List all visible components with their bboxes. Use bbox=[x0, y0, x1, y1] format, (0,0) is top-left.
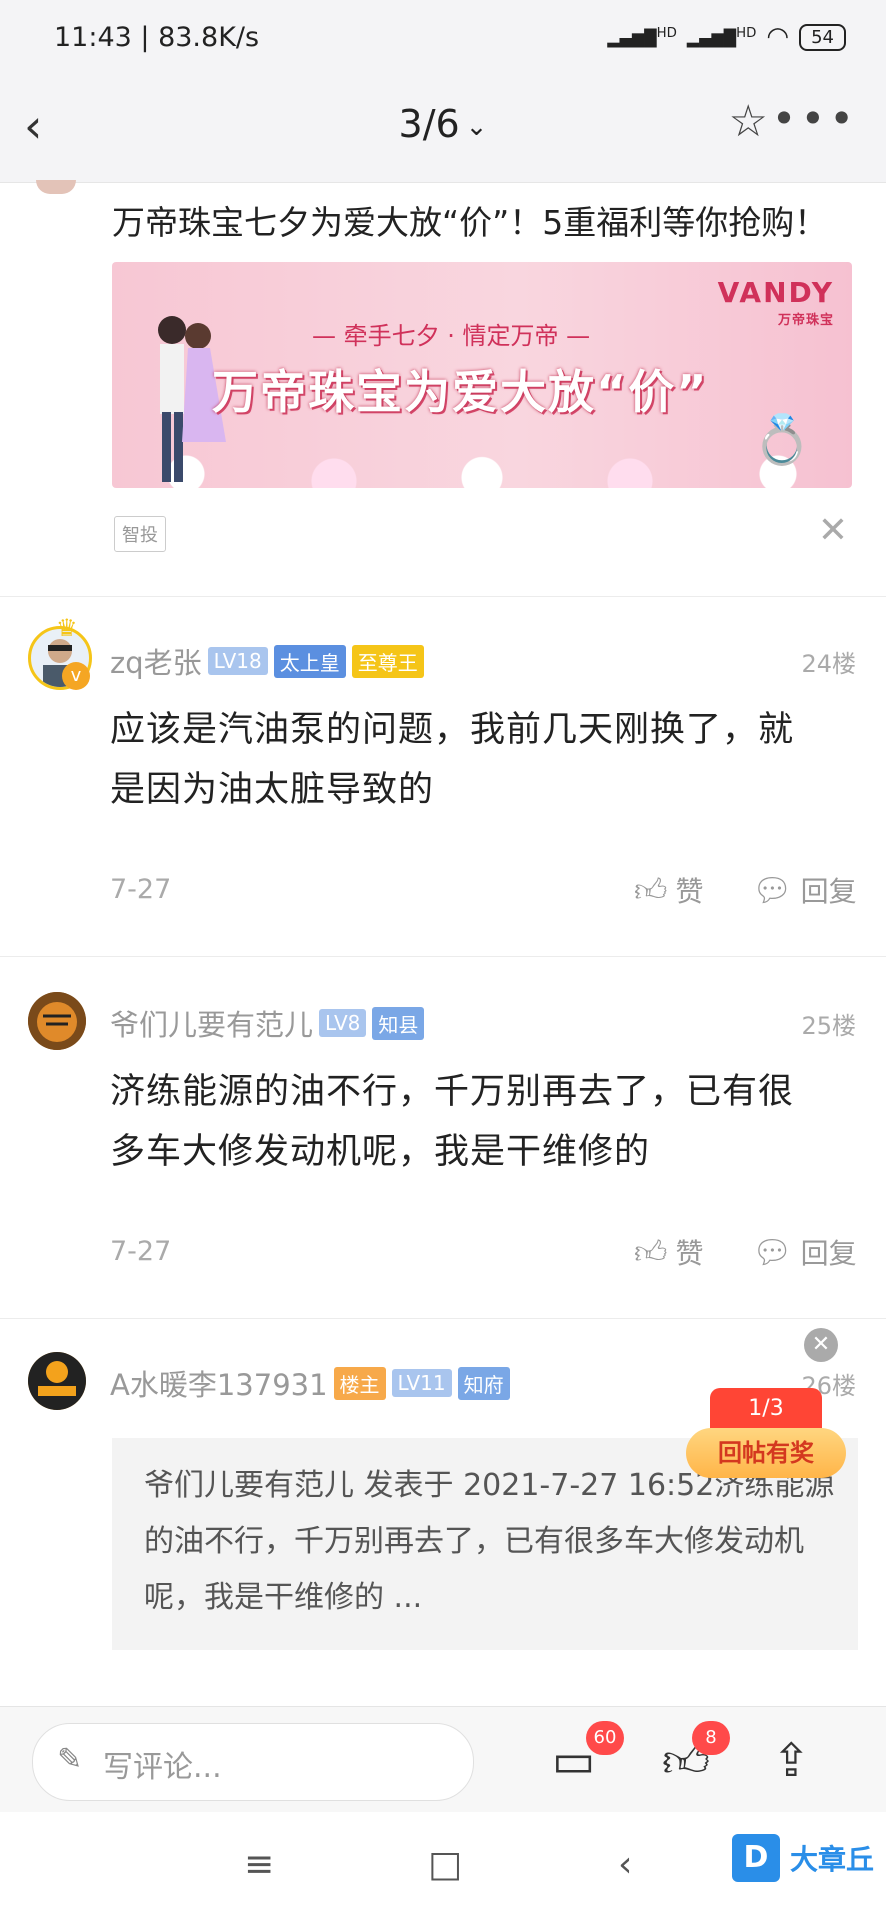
back-nav-icon[interactable]: ‹ bbox=[618, 1844, 632, 1885]
status-time: 11:43 | 83.8K/s bbox=[54, 22, 260, 53]
page-indicator-label: 3/6 bbox=[398, 102, 460, 146]
share-icon[interactable]: ⇪ bbox=[772, 1733, 811, 1787]
ring-icon: 💍 bbox=[752, 412, 812, 468]
level-badge: LV11 bbox=[391, 1369, 452, 1397]
reward-page-indicator: 1/3 bbox=[710, 1388, 822, 1430]
watermark: D 大章丘 bbox=[731, 1834, 874, 1882]
divider bbox=[0, 596, 886, 597]
reply-button[interactable]: 💬︎ 回复 bbox=[752, 1232, 857, 1272]
post-author[interactable]: A水暖李137931 楼主 LV11 知府 bbox=[110, 1362, 510, 1404]
wifi-icon: ◠ bbox=[766, 22, 790, 52]
ad-avatar-fragment bbox=[36, 180, 76, 194]
avatar[interactable] bbox=[28, 1352, 86, 1410]
reply-label: 回复 bbox=[800, 875, 857, 908]
level-badge: LV18 bbox=[207, 647, 268, 675]
status-icons: ▂▄▆█HD ▂▄▆█HD ◠ 54 bbox=[607, 22, 846, 52]
chevron-down-icon: ⌄ bbox=[465, 111, 488, 142]
favorite-star-icon[interactable]: ☆ bbox=[729, 96, 768, 147]
ad-title[interactable]: 万帝珠宝七夕为爱大放“价”！5重福利等你抢购！ bbox=[112, 196, 827, 244]
signal-icon: ▂▄▆█HD bbox=[607, 26, 677, 48]
floor-number: 25楼 bbox=[801, 1012, 856, 1040]
op-badge: 楼主 bbox=[333, 1366, 386, 1400]
level-badge: LV8 bbox=[319, 1009, 367, 1037]
divider bbox=[0, 956, 886, 957]
battery-icon: 54 bbox=[799, 23, 846, 51]
status-bar: 11:43 | 83.8K/s ▂▄▆█HD ▂▄▆█HD ◠ 54 bbox=[0, 0, 886, 70]
thumbs-up-icon: 👍︎ bbox=[634, 870, 668, 909]
divider bbox=[0, 1318, 886, 1319]
reply-icon: 💬︎ bbox=[752, 871, 793, 909]
banner-subtitle: — 牵手七夕 · 情定万帝 — bbox=[312, 322, 591, 350]
more-icon[interactable]: ••• bbox=[772, 94, 858, 143]
reply-label: 回复 bbox=[800, 1237, 857, 1270]
watermark-logo: D bbox=[731, 1834, 780, 1882]
like-button[interactable]: 👍︎ 赞 bbox=[634, 1232, 703, 1272]
username[interactable]: zq老张 bbox=[110, 640, 202, 682]
like-button[interactable]: 👍︎ 赞 bbox=[634, 870, 703, 910]
title-badge: 太上皇 bbox=[273, 644, 346, 678]
ad-banner[interactable]: VANDY 万帝珠宝 — 牵手七夕 · 情定万帝 — 万帝珠宝为爱大放“价” 💍 bbox=[112, 262, 852, 488]
avatar[interactable] bbox=[28, 992, 86, 1050]
floor-number: 24楼 bbox=[801, 650, 856, 678]
close-icon[interactable]: ✕ bbox=[804, 1328, 838, 1362]
quote-text: 爷们儿要有范儿 发表于 2021-7-27 16:52济练能源的油不行，千万别再… bbox=[144, 1468, 835, 1615]
brand-logo: VANDY 万帝珠宝 bbox=[717, 276, 834, 328]
verified-icon: v bbox=[62, 662, 90, 690]
crown-icon: ♛ bbox=[56, 614, 78, 642]
like-label: 赞 bbox=[675, 1237, 704, 1270]
bottom-bar: ✎ 写评论... ▭ 60 👍︎ 8 ⇪ bbox=[0, 1706, 886, 1813]
menu-icon[interactable]: ≡ bbox=[244, 1844, 274, 1885]
like-label: 赞 bbox=[675, 875, 704, 908]
comment-placeholder: 写评论... bbox=[103, 1750, 222, 1785]
username[interactable]: A水暖李137931 bbox=[110, 1362, 328, 1404]
username[interactable]: 爷们儿要有范儿 bbox=[110, 1002, 313, 1044]
signal-icon-2: ▂▄▆█HD bbox=[686, 26, 757, 48]
likes-count-badge: 8 bbox=[692, 1721, 730, 1755]
reply-icon: 💬︎ bbox=[752, 1233, 793, 1271]
title-badge: 知县 bbox=[372, 1006, 425, 1040]
watermark-text: 大章丘 bbox=[789, 1843, 874, 1876]
reply-button[interactable]: 💬︎ 回复 bbox=[752, 870, 857, 910]
reward-button[interactable]: 回帖有奖 bbox=[686, 1428, 846, 1478]
top-nav: ‹ 3/6 ⌄ ☆ ••• bbox=[0, 70, 886, 183]
post-date: 7-27 bbox=[110, 874, 172, 905]
home-icon[interactable]: □ bbox=[428, 1844, 462, 1885]
banner-headline: 万帝珠宝为爱大放“价” bbox=[212, 365, 709, 419]
comment-text: 济练能源的油不行，千万别再去了，已有很多车大修发动机呢，我是干维修的 bbox=[110, 1072, 795, 1172]
thumbs-up-icon: 👍︎ bbox=[634, 1232, 668, 1271]
post-date: 7-27 bbox=[110, 1236, 172, 1267]
pencil-icon: ✎ bbox=[57, 1742, 83, 1777]
ad-tag: 智投 bbox=[114, 516, 166, 552]
comment-text: 应该是汽油泵的问题，我前几天刚换了，就是因为油太脏导致的 bbox=[110, 710, 795, 810]
close-icon[interactable]: ✕ bbox=[818, 510, 848, 551]
rank-badge: 至尊王 bbox=[351, 644, 424, 678]
post-author[interactable]: 爷们儿要有范儿 LV8 知县 bbox=[110, 1002, 425, 1044]
post-author[interactable]: zq老张 LV18 太上皇 至尊王 bbox=[110, 640, 424, 682]
comment-input[interactable]: ✎ 写评论... bbox=[32, 1723, 474, 1801]
system-nav: ≡ □ ‹ D 大章丘 bbox=[0, 1812, 886, 1920]
title-badge: 知府 bbox=[457, 1366, 510, 1400]
comments-count-badge: 60 bbox=[586, 1721, 624, 1755]
